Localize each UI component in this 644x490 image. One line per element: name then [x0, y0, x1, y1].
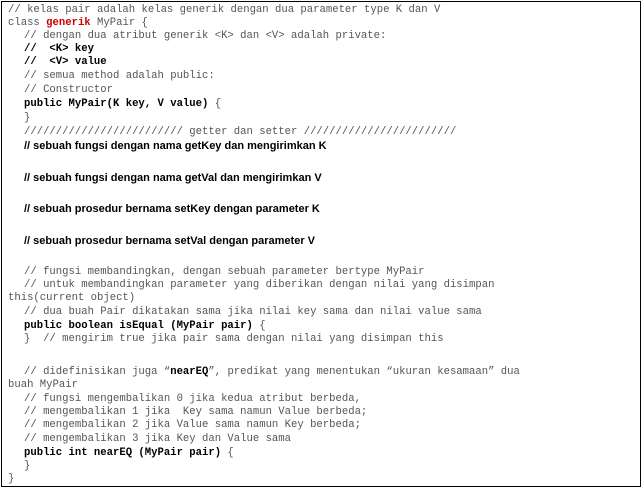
code-token: // didefinisikan juga “ [24, 366, 171, 378]
code-line: // <V> value [24, 56, 107, 68]
nearEQ-term: nearEQ [170, 366, 209, 378]
code-line: // dengan dua atribut generik <K> dan <V… [24, 30, 387, 42]
code-token: { [221, 447, 234, 459]
code-line: class generik MyPair { [8, 17, 148, 30]
code-line: // didefinisikan juga “nearEQ”, predikat… [24, 366, 520, 379]
code-line: // sebuah fungsi dengan nama getVal dan … [24, 172, 322, 184]
code-line: // kelas pair adalah kelas generik denga… [8, 4, 441, 16]
code-line: // fungsi membandingkan, dengan sebuah p… [24, 266, 425, 278]
code-line: // <K> key [24, 43, 94, 55]
code-listing: // kelas pair adalah kelas generik denga… [1, 1, 641, 487]
code-line: // semua method adalah public: [24, 70, 215, 82]
code-line: // sebuah prosedur bernama setKey dengan… [24, 203, 320, 215]
keyword-generik: generik [46, 17, 91, 29]
nearEQ-signature: public int nearEQ (MyPair pair) [24, 447, 222, 459]
code-line: buah MyPair [8, 379, 78, 391]
code-line: public boolean isEqual (MyPair pair) { [24, 320, 266, 333]
code-line: } [8, 473, 15, 485]
constructor-signature: public MyPair(K key, V value) [24, 98, 209, 110]
code-line: public MyPair(K key, V value) { [24, 98, 221, 111]
code-line: // mengembalikan 2 jika Value sama namun… [24, 419, 361, 431]
code-line: this(current object) [8, 292, 136, 304]
code-token: { [208, 98, 222, 110]
code-line: // Constructor [24, 84, 114, 96]
code-line: // sebuah fungsi dengan nama getKey dan … [24, 140, 327, 152]
code-line: } [24, 112, 31, 124]
code-line: // dua buah Pair dikatakan sama jika nil… [24, 306, 482, 318]
code-token: class [8, 17, 47, 29]
code-token: { [252, 320, 266, 332]
code-line: // untuk membandingkan parameter yang di… [24, 279, 495, 291]
code-line: } [24, 460, 31, 472]
code-line: // mengembalikan 1 jika Key sama namun V… [24, 406, 368, 418]
isequal-signature: public boolean isEqual (MyPair pair) [24, 320, 253, 332]
code-token: MyPair { [90, 17, 148, 29]
code-line: // fungsi mengembalikan 0 jika kedua atr… [24, 393, 361, 405]
code-line: // sebuah prosedur bernama setVal dengan… [24, 235, 315, 247]
code-line: ///////////////////////// getter dan set… [24, 126, 457, 138]
code-line: // mengembalikan 3 jika Key dan Value sa… [24, 433, 292, 445]
code-line: } // mengirim true jika pair sama dengan… [24, 333, 444, 345]
code-line: public int nearEQ (MyPair pair) { [24, 447, 234, 460]
code-token: ”, predikat yang menentukan “ukuran kesa… [208, 366, 520, 378]
